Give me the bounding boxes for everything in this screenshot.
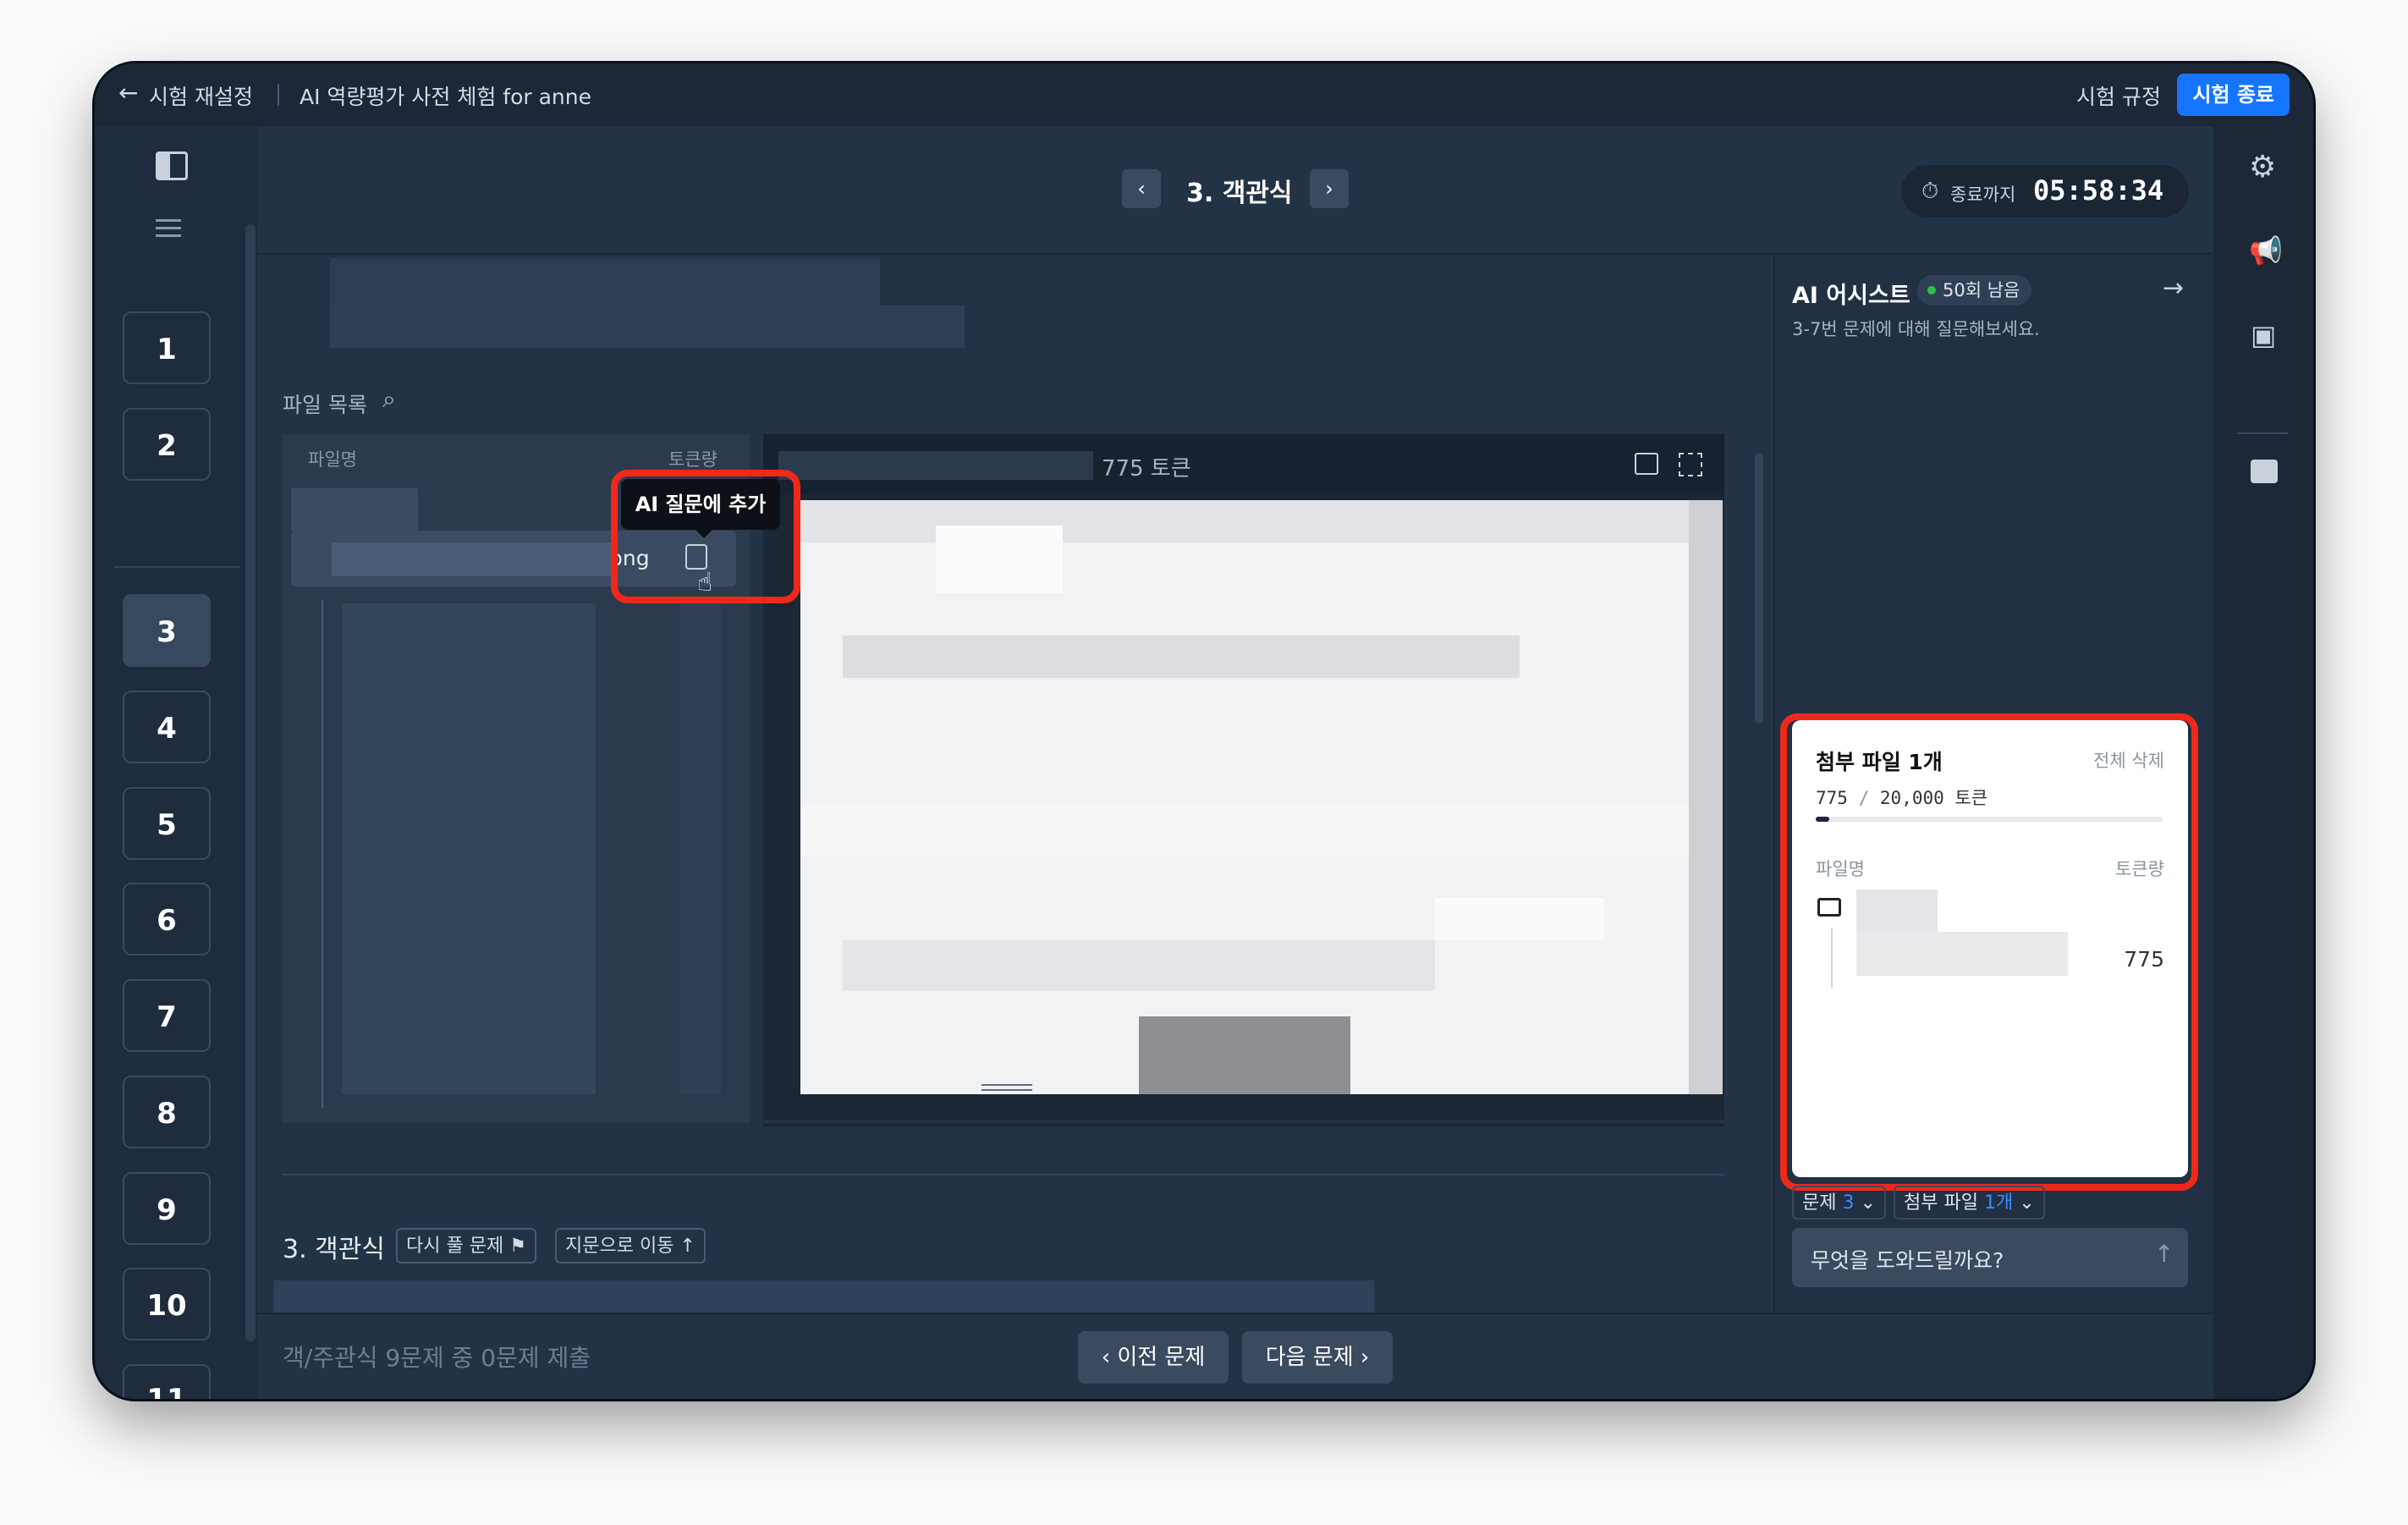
question-10-button[interactable]: 10	[123, 1268, 211, 1341]
next-question-label: 다음 문제	[1265, 1345, 1354, 1370]
next-question-chevron-icon[interactable]: ›	[1310, 169, 1349, 208]
blurred-content	[330, 306, 965, 348]
highlight-box	[1780, 713, 2198, 1191]
blurred-content	[274, 1280, 1374, 1313]
question-9-button[interactable]: 9	[123, 1172, 211, 1245]
notes-icon[interactable]	[2251, 460, 2278, 483]
chip-question-value: 3	[1842, 1192, 1855, 1214]
divider	[278, 84, 279, 106]
remaining-badge: 50회 남음	[1917, 275, 2032, 306]
gear-icon[interactable]: ⚙	[2249, 150, 2276, 184]
assistant-input[interactable]: 무엇을 도와드릴까요? ↑	[1792, 1228, 2188, 1287]
send-arrow-icon[interactable]: ↑	[2154, 1240, 2174, 1268]
remaining-badge-text: 50회 남음	[1943, 280, 2020, 300]
file-list-label: 파일 목록	[283, 393, 367, 417]
tree-guide	[322, 600, 323, 1108]
end-exam-button[interactable]: 시험 종료	[2177, 74, 2290, 116]
question-1-button[interactable]: 1	[123, 311, 211, 384]
next-question-button[interactable]: 다음 문제 ›	[1242, 1331, 1393, 1384]
search-icon[interactable]: ⌕	[382, 385, 396, 414]
assistant-subtitle: 3-7번 문제에 대해 질문해보세요.	[1792, 319, 2040, 339]
collapse-panel-icon[interactable]	[156, 151, 188, 180]
chevron-down-icon: ⌄	[2019, 1192, 2035, 1214]
assistant-input-placeholder: 무엇을 도와드릴까요?	[1811, 1248, 2004, 1273]
question-11-button[interactable]: 11	[123, 1364, 211, 1399]
prev-question-label: 이전 문제	[1117, 1345, 1206, 1370]
question-6-button[interactable]: 6	[123, 883, 211, 955]
reset-exam-link[interactable]: 시험 재설정	[149, 80, 253, 111]
right-tool-rail: ⚙ 📢 ▣	[2213, 126, 2313, 1399]
retry-flag-button[interactable]: 다시 풀 문제 ⚑	[396, 1228, 536, 1263]
flag-icon: ⚑	[509, 1236, 526, 1257]
rail-divider	[113, 566, 240, 568]
blurred-content	[330, 258, 880, 306]
rail-scrollbar[interactable]	[245, 224, 256, 1341]
attachment-context-chip[interactable]: 첨부 파일 1개 ⌄	[1894, 1186, 2045, 1219]
viewer-bottom-edge	[763, 1123, 1724, 1126]
blurred-content	[680, 603, 721, 1094]
chip-question-label: 문제	[1802, 1192, 1837, 1214]
arrow-right-icon[interactable]: →	[2163, 273, 2184, 303]
blurred-content	[332, 542, 611, 576]
prev-question-chevron-icon[interactable]: ‹	[1122, 169, 1161, 208]
app-window: ← 시험 재설정 AI 역량평가 사전 체험 for anne 시험 규정 시험…	[95, 63, 2313, 1399]
blurred-content	[342, 603, 596, 1094]
menu-icon[interactable]	[156, 219, 181, 237]
pointer-hand-icon: ☝	[697, 568, 713, 597]
pixelated-file-preview	[800, 500, 1723, 1094]
question-7-button[interactable]: 7	[123, 979, 211, 1052]
megaphone-icon[interactable]: 📢	[2249, 234, 2283, 267]
question-section-title: 3. 객관식	[283, 1235, 385, 1264]
submission-progress: 객/주관식 9문제 중 0문제 제출	[283, 1344, 591, 1372]
status-dot	[1927, 286, 1936, 295]
timer-value: 05:58:34	[2033, 174, 2164, 206]
go-to-passage-button[interactable]: 지문으로 이동 ↑	[555, 1228, 706, 1263]
question-context-chip[interactable]: 문제 3 ⌄	[1792, 1186, 1886, 1219]
back-arrow-icon[interactable]: ←	[118, 79, 138, 107]
resize-handle[interactable]	[981, 1084, 1032, 1091]
chip-attach-value: 1개	[1983, 1192, 2014, 1214]
chevron-left-icon: ‹	[1101, 1345, 1118, 1370]
tokens-column-header: 토큰량	[668, 449, 717, 470]
exam-rules-link[interactable]: 시험 규정	[2076, 80, 2161, 111]
viewer-token-count: 775 토큰	[1102, 456, 1191, 482]
chevron-down-icon: ⌄	[1860, 1192, 1876, 1214]
question-5-button[interactable]: 5	[123, 787, 211, 860]
timer-pill: ⏱ 종료까지 05:58:34	[1901, 165, 2189, 217]
viewer-header: 775 토큰	[763, 434, 1724, 495]
retry-tag-label: 다시 풀 문제	[406, 1236, 504, 1257]
blurred-content	[291, 488, 418, 531]
goto-tag-label: 지문으로 이동	[565, 1236, 674, 1257]
file-viewer: 775 토큰	[763, 434, 1724, 1120]
title-bar: ← 시험 재설정 AI 역량평가 사전 체험 for anne 시험 규정 시험…	[95, 63, 2313, 126]
question-3-button[interactable]: 3	[123, 594, 211, 667]
question-title: 3. 객관식	[1186, 179, 1293, 208]
exam-title: AI 역량평가 사전 체험 for anne	[300, 85, 591, 109]
section-divider	[283, 1174, 1724, 1175]
timer-label: 종료까지	[1950, 184, 2016, 205]
filename-column-header: 파일명	[308, 449, 357, 470]
question-4-button[interactable]: 4	[123, 691, 211, 763]
rail-divider	[2237, 432, 2288, 434]
arrow-up-icon: ↑	[679, 1236, 695, 1257]
stopwatch-icon: ⏱	[1921, 179, 1939, 204]
question-2-button[interactable]: 2	[123, 408, 211, 481]
question-8-button[interactable]: 8	[123, 1076, 211, 1148]
assistant-title: AI 어시스트	[1792, 283, 1910, 309]
blurred-content	[778, 451, 1093, 480]
add-to-ai-icon[interactable]	[1635, 453, 1658, 475]
prev-question-button[interactable]: ‹ 이전 문제	[1078, 1331, 1229, 1384]
content-scrollbar[interactable]	[1755, 453, 1763, 724]
chip-attach-label: 첨부 파일	[1904, 1192, 1978, 1214]
book-icon[interactable]: ▣	[2251, 319, 2276, 351]
chevron-right-icon: ›	[1353, 1345, 1370, 1370]
fullscreen-icon[interactable]	[1679, 453, 1702, 476]
